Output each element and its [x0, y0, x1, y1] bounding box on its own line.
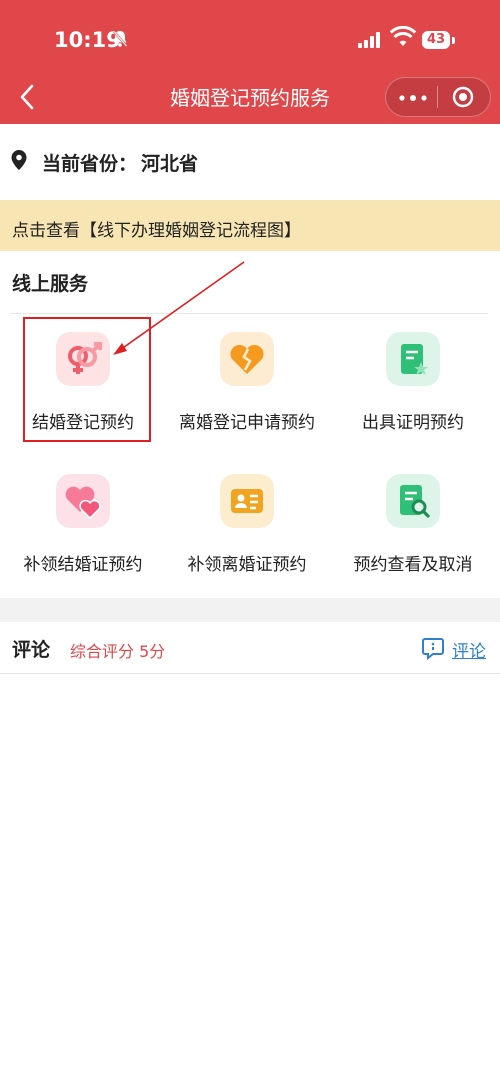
- service-reissue-marriage-cert[interactable]: 补领结婚证预约: [0, 474, 166, 604]
- section-gap: [0, 598, 500, 622]
- comment-icon[interactable]: [421, 636, 445, 660]
- status-time: 10:19: [54, 28, 121, 52]
- wifi-icon: [390, 26, 416, 46]
- document-search-icon: [386, 474, 440, 528]
- location-pin-icon: [11, 150, 27, 170]
- service-divorce-booking[interactable]: 离婚登记申请预约: [164, 332, 330, 462]
- service-label: 补领离婚证预约: [187, 555, 307, 575]
- section-title-online: 线上服务: [12, 273, 89, 295]
- service-certificate-booking[interactable]: 出具证明预约: [330, 332, 496, 462]
- more-icon[interactable]: [399, 95, 427, 101]
- banner-text: 点击查看【线下办理婚姻登记流程图】: [12, 221, 301, 241]
- service-view-cancel[interactable]: 预约查看及取消: [330, 474, 496, 604]
- comments-title: 评论: [12, 639, 51, 661]
- comments-divider: [0, 673, 500, 674]
- hearts-icon: [56, 474, 110, 528]
- broken-heart-icon: [220, 332, 274, 386]
- certificate-icon: [386, 332, 440, 386]
- battery-icon: 43: [422, 31, 450, 49]
- province-value: 河北省: [141, 153, 199, 175]
- province-label: 当前省份：: [42, 153, 138, 175]
- overall-rating: 综合评分 5分: [70, 642, 166, 661]
- capsule-divider: [437, 86, 438, 108]
- close-target-icon[interactable]: [452, 86, 474, 108]
- service-reissue-divorce-cert[interactable]: 补领离婚证预约: [164, 474, 330, 604]
- service-label: 出具证明预约: [362, 413, 464, 433]
- service-label: 预约查看及取消: [353, 555, 473, 575]
- signal-icon: [358, 32, 382, 48]
- id-card-icon: [220, 474, 274, 528]
- flowchart-banner[interactable]: 点击查看【线下办理婚姻登记流程图】: [0, 200, 500, 251]
- comment-link[interactable]: 评论: [452, 637, 486, 662]
- top-bar: 10:19 43 婚姻登记预约服务: [0, 0, 500, 124]
- service-label: 补领结婚证预约: [23, 555, 143, 575]
- battery-cap: [452, 37, 455, 44]
- section-divider: [10, 313, 488, 314]
- bell-muted-icon: [113, 30, 128, 47]
- annotation-highlight-box: [23, 317, 151, 442]
- service-label: 离婚登记申请预约: [179, 413, 315, 433]
